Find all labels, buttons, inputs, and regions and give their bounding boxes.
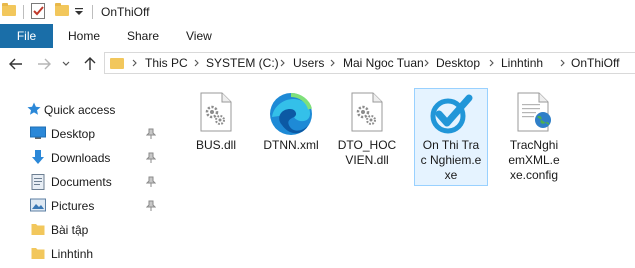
pin-icon[interactable] [146,200,156,212]
chevron-right-icon[interactable] [560,59,566,67]
sidebar-item-label: Pictures [51,199,95,213]
config-globe-icon [517,92,551,132]
breadcrumb-this-pc[interactable]: This PC [145,56,188,70]
sidebar-item-label: Linhtinh [51,247,94,261]
folder-icon [2,3,16,16]
dll-gear-icon [351,92,383,132]
breadcrumb-linhtinh[interactable]: Linhtinh [501,56,543,70]
chevron-right-icon[interactable] [132,59,138,67]
edge-xml-icon [270,93,312,135]
file-name: BUS.dll [195,138,236,152]
sidebar-item-pictures[interactable]: Pictures [0,194,165,218]
breadcrumb-user[interactable]: Mai Ngoc Tuan [343,56,424,70]
documents-icon [31,174,45,190]
sidebar-item-label: Documents [51,175,112,189]
breadcrumb-system-c[interactable]: SYSTEM (C:) [206,56,279,70]
pictures-icon [30,198,46,212]
chevron-right-icon[interactable] [280,59,286,67]
ribbon-tabs: File Home Share View [0,24,635,49]
properties-icon[interactable] [31,3,45,19]
forward-arrow-icon[interactable] [36,56,52,72]
pin-icon[interactable] [146,176,156,188]
breadcrumb-onthioff[interactable]: OnThiOff [571,56,619,70]
folder-icon [110,58,124,69]
up-arrow-icon[interactable] [82,56,98,72]
sidebar-item-label: Desktop [51,127,96,141]
sidebar-item-label: Downloads [51,151,111,165]
navigation-pane: Quick access Desktop Downloads Documents… [0,80,170,268]
chevron-right-icon[interactable] [194,59,200,67]
sidebar-item-quick-access[interactable]: Quick access [0,98,165,122]
navigation-bar: This PC SYSTEM (C:) Users Mai Ngoc Tuan … [0,48,635,80]
title-bar: OnThiOff [0,0,635,24]
tab-share[interactable]: Share [127,24,159,48]
download-arrow-icon [32,150,44,164]
star-icon [27,102,41,115]
tab-home[interactable]: Home [68,24,100,48]
breadcrumb-users[interactable]: Users [293,56,324,70]
file-name: On Thi Trac Nghiem.exe [420,138,482,182]
tab-view[interactable]: View [186,24,212,48]
breadcrumb-desktop[interactable]: Desktop [436,56,480,70]
sidebar-item-bai-tap[interactable]: Bài tập [0,218,165,242]
file-item-tracnghiemxml-config[interactable]: TracNghiemXML.exe.config [497,88,571,186]
file-name: TracNghiemXML.exe.config [508,138,560,182]
sidebar-item-label: Quick access [44,103,116,117]
dll-gear-icon [200,92,232,132]
chevron-right-icon[interactable] [489,59,495,67]
checkmark-app-icon [430,94,473,134]
file-name: DTNN.xml [263,138,319,152]
recent-locations-chevron-icon[interactable] [61,56,71,72]
address-bar[interactable]: This PC SYSTEM (C:) Users Mai Ngoc Tuan … [104,52,635,74]
pin-icon[interactable] [146,152,156,164]
window-title: OnThiOff [101,5,150,19]
sidebar-item-linhtinh[interactable]: Linhtinh [0,242,165,266]
sidebar-item-desktop[interactable]: Desktop [0,122,165,146]
file-name: DTO_HOCVIEN.dll [337,138,397,167]
new-folder-icon[interactable] [55,3,69,16]
sidebar-item-documents[interactable]: Documents [0,170,165,194]
pin-icon[interactable] [146,128,156,140]
tab-file[interactable]: File [0,24,53,48]
back-arrow-icon[interactable] [8,56,24,72]
toolbar-separator [92,5,93,19]
file-item-bus-dll[interactable]: BUS.dll [179,88,253,186]
chevron-right-icon[interactable] [330,59,336,67]
customize-toolbar-icon[interactable] [74,7,84,17]
toolbar-separator [23,5,24,19]
file-item-dtnn-xml[interactable]: DTNN.xml [254,88,328,186]
folder-icon [31,248,45,259]
chevron-right-icon[interactable] [424,59,430,67]
sidebar-item-downloads[interactable]: Downloads [0,146,165,170]
file-item-on-thi-trac-nghiem-exe[interactable]: On Thi Trac Nghiem.exe [414,88,488,186]
sidebar-item-label: Bài tập [51,223,89,237]
folder-icon [31,224,45,235]
desktop-icon [30,126,46,139]
file-item-dto-hocvien-dll[interactable]: DTO_HOCVIEN.dll [330,88,404,186]
